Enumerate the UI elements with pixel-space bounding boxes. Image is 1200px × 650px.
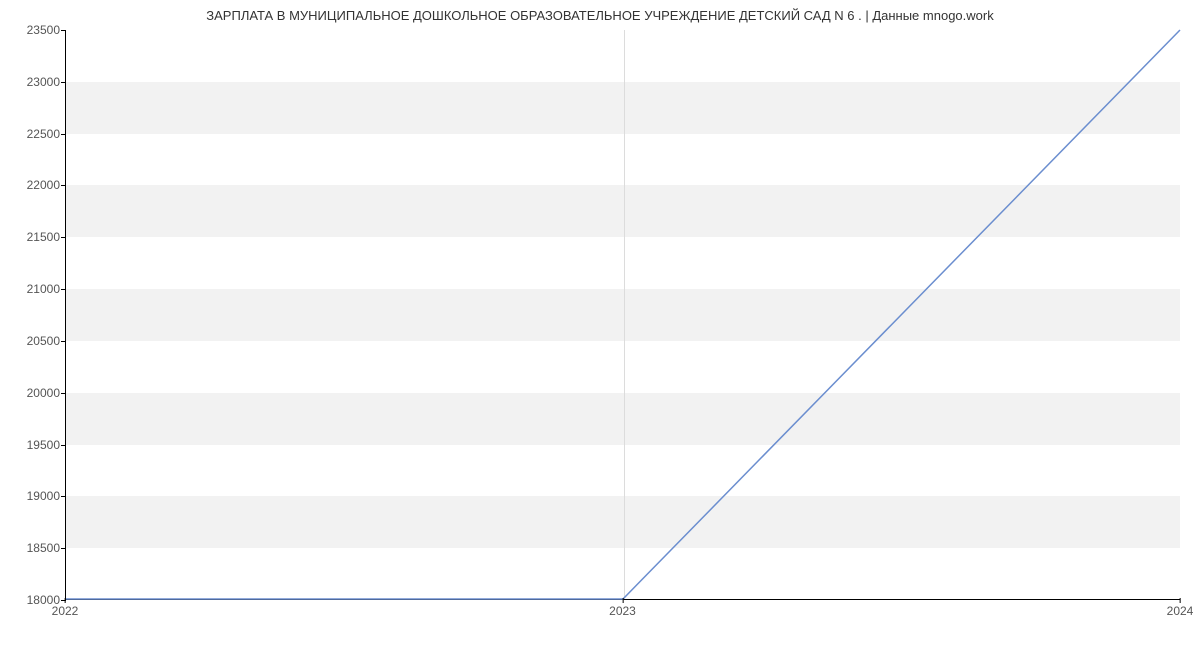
y-tick-label: 19500 — [10, 438, 60, 452]
y-tick-label: 20500 — [10, 334, 60, 348]
plot-area — [65, 30, 1180, 600]
series-line — [66, 30, 1180, 599]
y-tick-label: 19000 — [10, 489, 60, 503]
y-tick-label: 23000 — [10, 75, 60, 89]
y-tick-label: 21500 — [10, 230, 60, 244]
x-tick-label: 2024 — [1167, 604, 1194, 618]
x-tick-label: 2022 — [52, 604, 79, 618]
y-tick-label: 22000 — [10, 178, 60, 192]
y-tick-label: 23500 — [10, 23, 60, 37]
y-tick-label: 20000 — [10, 386, 60, 400]
chart-container: ЗАРПЛАТА В МУНИЦИПАЛЬНОЕ ДОШКОЛЬНОЕ ОБРА… — [0, 0, 1200, 650]
y-tick-label: 22500 — [10, 127, 60, 141]
line-series — [66, 30, 1180, 599]
y-tick-label: 18500 — [10, 541, 60, 555]
x-tick-label: 2023 — [609, 604, 636, 618]
chart-title: ЗАРПЛАТА В МУНИЦИПАЛЬНОЕ ДОШКОЛЬНОЕ ОБРА… — [0, 8, 1200, 23]
y-tick-label: 21000 — [10, 282, 60, 296]
